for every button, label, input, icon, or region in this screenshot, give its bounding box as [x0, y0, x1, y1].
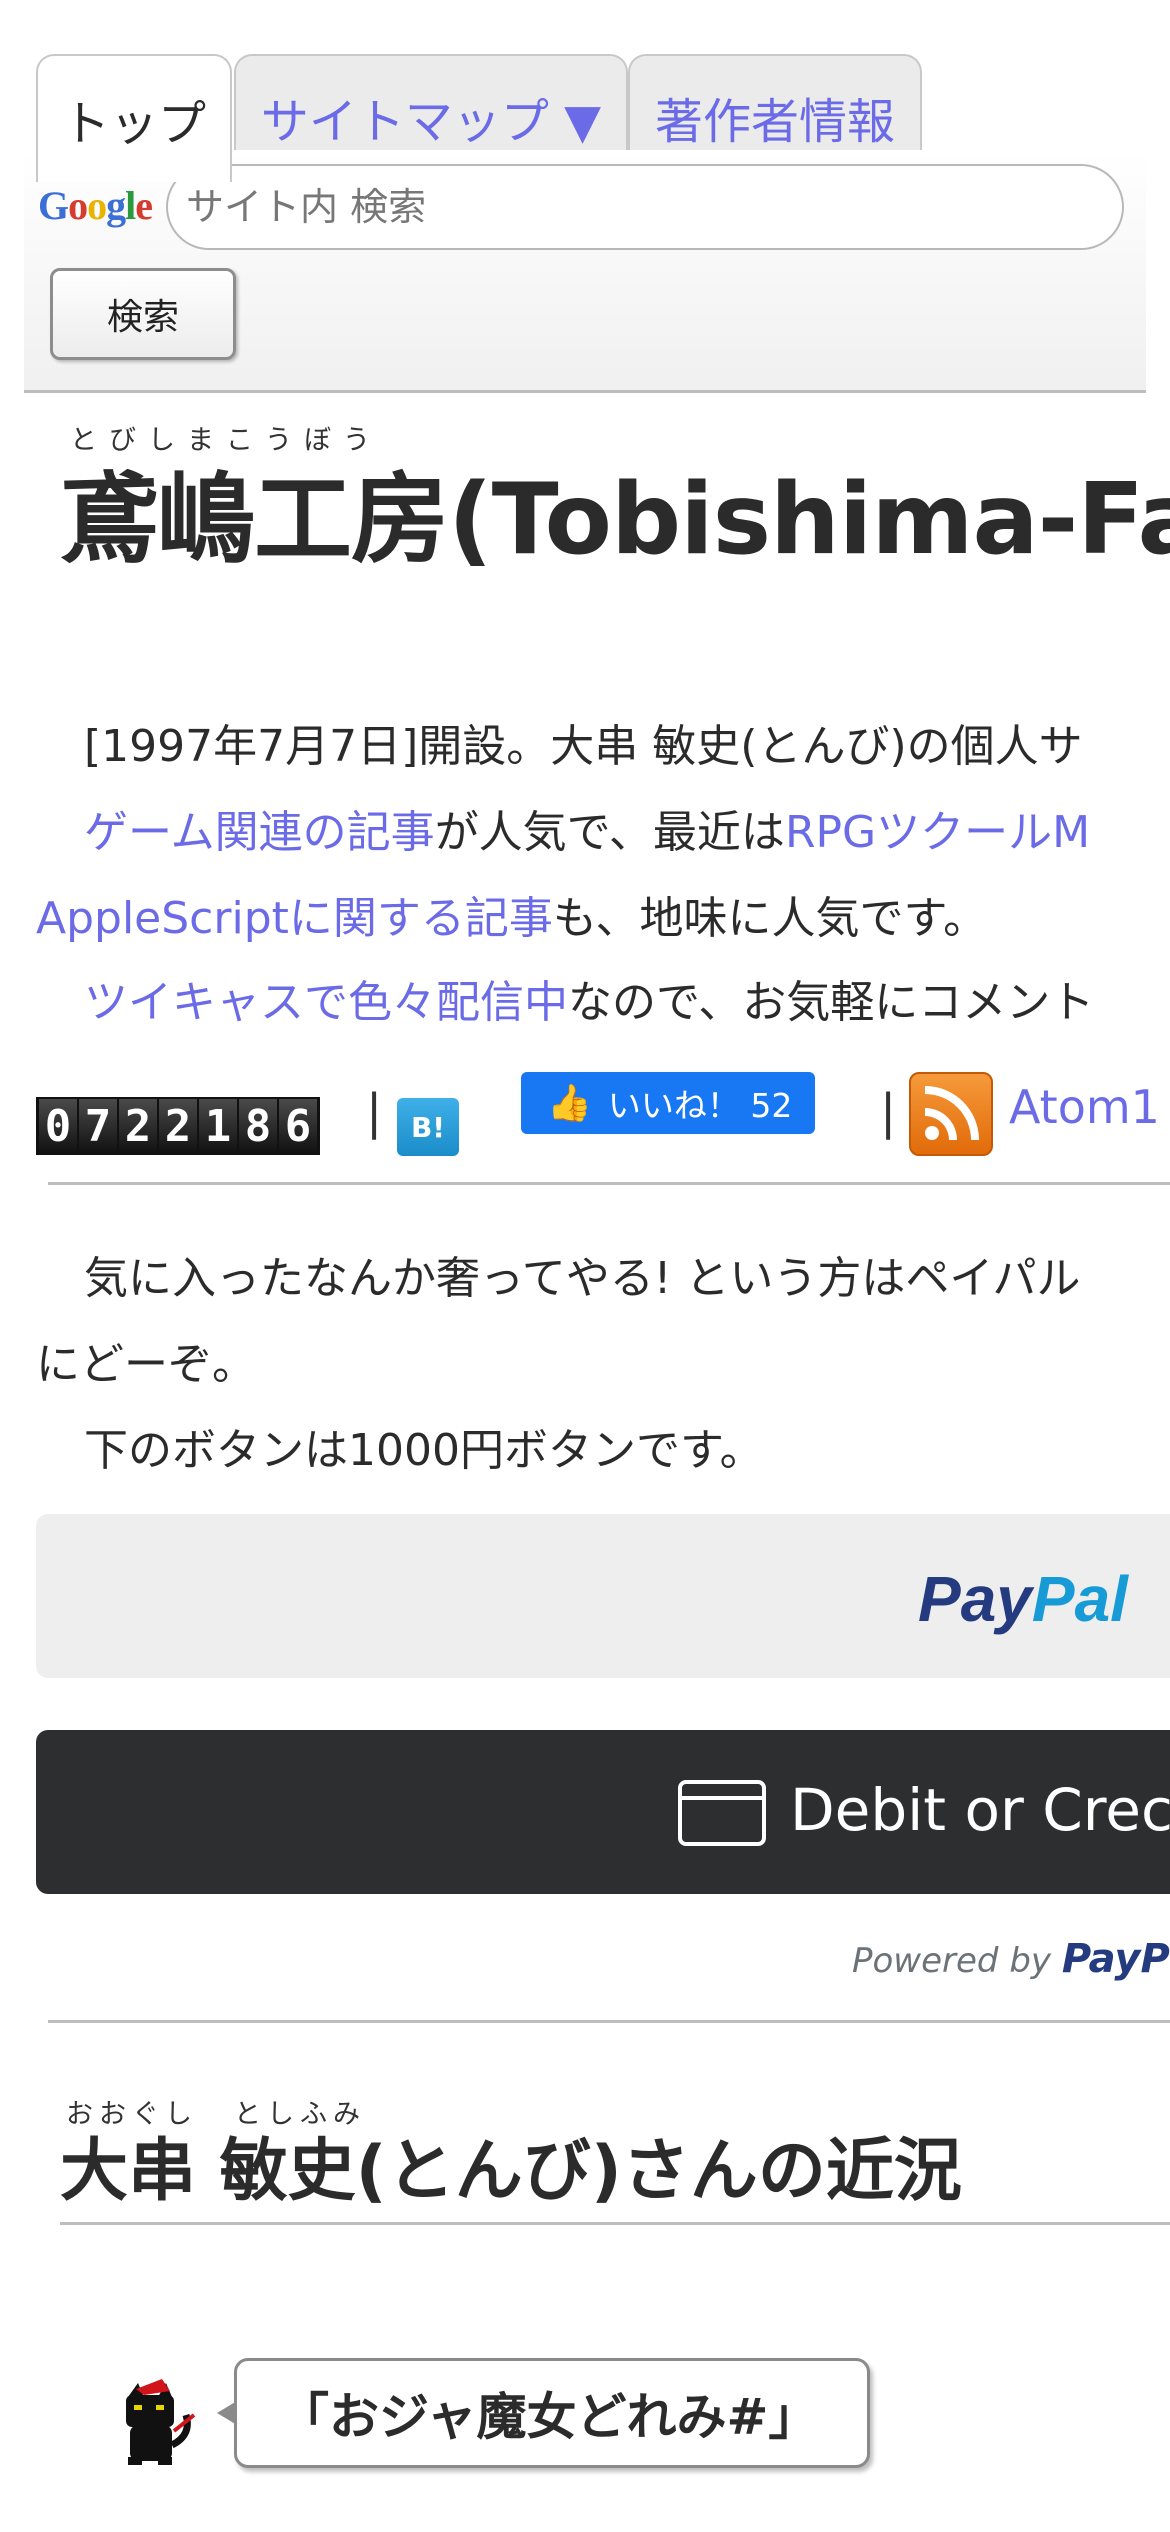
game-articles-link[interactable]: ゲーム関連の記事 [84, 807, 435, 858]
access-counter: 0 7 2 2 1 8 6 [36, 1097, 320, 1155]
powered-by-paypal: Powered by PayP [852, 1936, 1170, 1982]
rpg-maker-link[interactable]: RPGツクールM [785, 807, 1090, 858]
section-title: 大串 敏史(とんび)さんの近況 [60, 2132, 962, 2211]
counter-digit: 2 [159, 1099, 197, 1153]
counter-digit: 6 [279, 1099, 317, 1153]
search-area: Google 検索 [24, 150, 1146, 393]
credit-card-icon [678, 1780, 766, 1846]
debit-card-label: Debit or Crec [790, 1776, 1170, 1844]
intro-line-2-text: が人気で、最近は [434, 807, 785, 858]
thumbs-up-icon: 👍 [547, 1083, 592, 1124]
search-input[interactable] [166, 164, 1124, 250]
black-cat-avatar-icon [126, 2379, 196, 2465]
intro-line-2: ゲーム関連の記事が人気で、最近はRPGツクールM [84, 796, 1090, 860]
counter-digit: 2 [119, 1099, 157, 1153]
section-underline [60, 2222, 1170, 2225]
google-logo: Google [38, 183, 153, 228]
facebook-like-button[interactable]: 👍 いいね！ 52 [521, 1072, 815, 1134]
intro-line-3-text: も、地味に人気です。 [552, 893, 988, 944]
tab-top[interactable]: トップ [36, 54, 232, 182]
counter-digit: 7 [79, 1099, 117, 1153]
separator: | [366, 1084, 383, 1140]
atom-feed-link[interactable]: Atom1 [1009, 1080, 1160, 1134]
donate-line-2: にどーぞ。 [36, 1339, 256, 1390]
intro-line-4: ツイキャスで色々配信中なので、お気軽にコメント [84, 966, 1094, 1030]
donate-line-3: 下のボタンは1000円ボタンです。 [84, 1425, 764, 1476]
applescript-articles-link[interactable]: AppleScriptに関する記事 [36, 893, 553, 944]
counter-digit: 1 [199, 1099, 237, 1153]
search-button[interactable]: 検索 [50, 268, 236, 360]
status-bubble: 「おジャ魔女どれみ#」 [217, 2358, 870, 2468]
page-title: 鳶嶋工房(Tobishima-Fa [60, 463, 1170, 577]
divider [48, 2020, 1170, 2023]
like-label: いいね！ 52 [607, 1086, 793, 1125]
rss-feed-icon[interactable] [909, 1072, 993, 1156]
divider [48, 1182, 1170, 1185]
separator: | [880, 1084, 897, 1140]
intro-line-1: [1997年7月7日]開設。大串 敏史(とんび)の個人サ [84, 721, 1083, 772]
intro-line-3: AppleScriptに関する記事も、地味に人気です。 [36, 882, 987, 946]
donate-line-1: 気に入ったなんか奢ってやる! という方はペイパル [84, 1253, 1081, 1304]
intro-line-4-text: なので、お気軽にコメント [568, 977, 1095, 1028]
counter-digit: 8 [239, 1099, 277, 1153]
paypal-logo: PayPal [918, 1563, 1128, 1635]
counter-digit: 0 [39, 1099, 77, 1153]
hatena-bookmark-button[interactable]: B! [397, 1098, 459, 1156]
twitcasting-link[interactable]: ツイキャスで色々配信中 [84, 977, 568, 1028]
